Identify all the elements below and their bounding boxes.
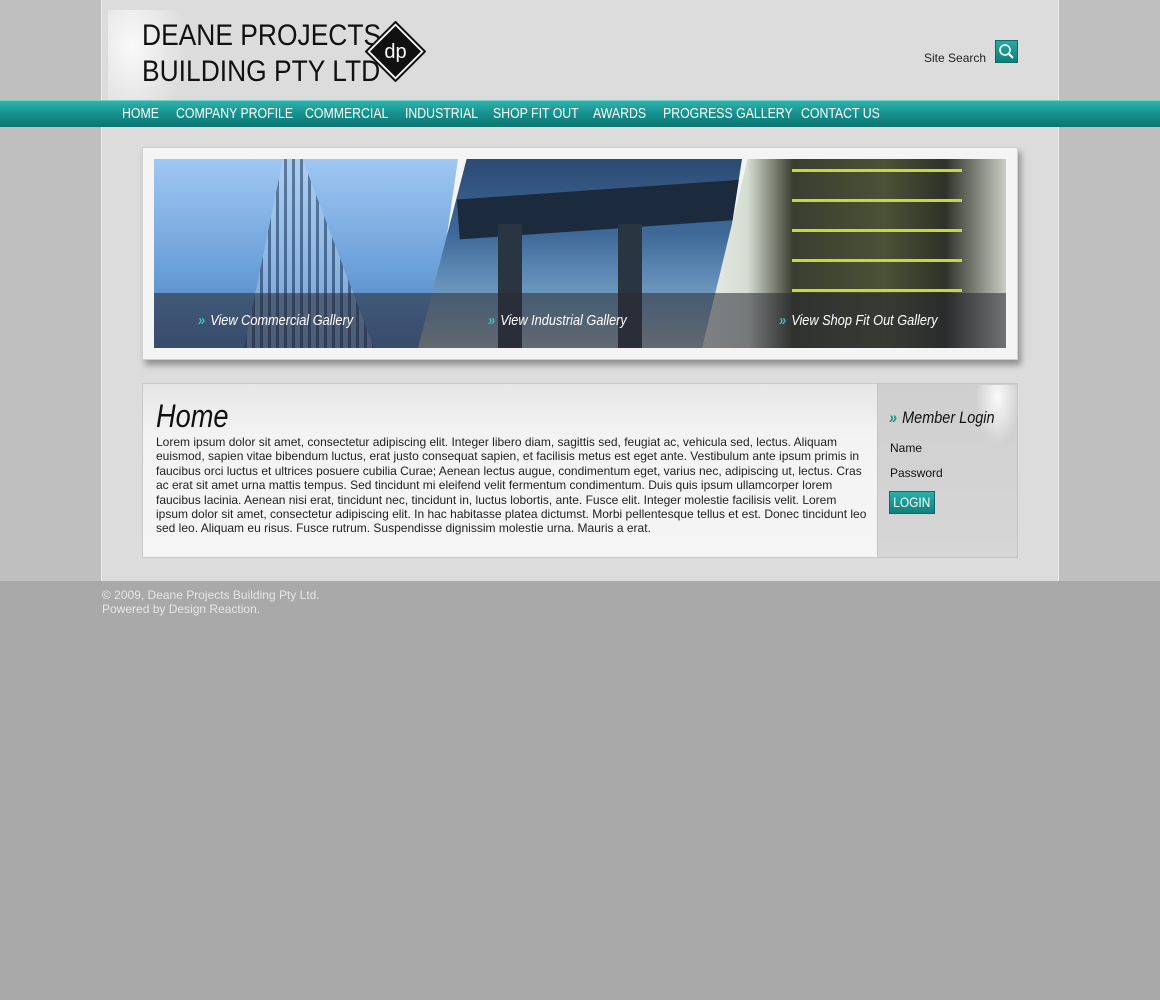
member-login-title: » Member Login <box>889 408 995 428</box>
chevron-icon: » <box>779 312 787 329</box>
chevron-icon: » <box>198 312 206 329</box>
site-search-label: Site Search <box>924 51 987 65</box>
chevron-icon: » <box>488 312 496 329</box>
view-shop-fit-out-gallery-link[interactable]: » View Shop Fit Out Gallery <box>779 312 938 329</box>
nav-company-profile[interactable]: COMPANY PROFILE <box>176 105 293 122</box>
view-commercial-gallery-label: View Commercial Gallery <box>210 312 354 329</box>
main-navigation: HOME COMPANY PROFILE COMMERCIAL INDUSTRI… <box>0 100 1160 127</box>
password-label: Password <box>890 466 943 480</box>
member-login-label: Member Login <box>902 408 995 427</box>
company-name-line2: BUILDING PTY LTD <box>142 55 381 88</box>
chevron-icon: » <box>889 408 898 427</box>
nav-home[interactable]: HOME <box>122 105 159 122</box>
escalator-step-graphic <box>792 169 962 172</box>
company-logo-text[interactable]: DEANE PROJECTS BUILDING PTY LTD <box>142 18 381 90</box>
footer: © 2009, Deane Projects Building Pty Ltd.… <box>102 588 320 616</box>
view-industrial-gallery-link[interactable]: » View Industrial Gallery <box>488 312 627 329</box>
powered-by-link[interactable]: Powered by Design Reaction. <box>102 602 320 616</box>
nav-contact-us[interactable]: CONTACT US <box>801 105 880 122</box>
logo-monogram: dp <box>384 41 406 63</box>
nav-industrial[interactable]: INDUSTRIAL <box>405 105 478 122</box>
view-industrial-gallery-label: View Industrial Gallery <box>500 312 627 329</box>
search-icon <box>999 44 1014 59</box>
view-shop-fit-out-gallery-label: View Shop Fit Out Gallery <box>791 312 938 329</box>
name-label: Name <box>890 441 923 455</box>
login-button[interactable]: LOGIN <box>889 491 935 514</box>
nav-shop-fit-out[interactable]: SHOP FIT OUT <box>493 105 579 122</box>
nav-commercial[interactable]: COMMERCIAL <box>305 105 388 122</box>
copyright-text: © 2009, Deane Projects Building Pty Ltd. <box>102 588 320 602</box>
body-text: Lorem ipsum dolor sit amet, consectetur … <box>156 435 867 536</box>
search-button[interactable] <box>995 40 1018 63</box>
nav-progress-gallery[interactable]: PROGRESS GALLERY <box>663 105 793 122</box>
login-button-label: LOGIN <box>893 494 931 510</box>
escalator-step-graphic <box>792 229 962 232</box>
company-logo-mark[interactable]: dp <box>365 21 426 82</box>
escalator-step-graphic <box>792 289 962 292</box>
nav-awards[interactable]: AWARDS <box>593 105 646 122</box>
view-commercial-gallery-link[interactable]: » View Commercial Gallery <box>198 312 353 329</box>
page-title: Home <box>156 398 229 434</box>
escalator-step-graphic <box>792 199 962 202</box>
escalator-step-graphic <box>792 259 962 262</box>
company-name-line1: DEANE PROJECTS <box>142 19 382 52</box>
